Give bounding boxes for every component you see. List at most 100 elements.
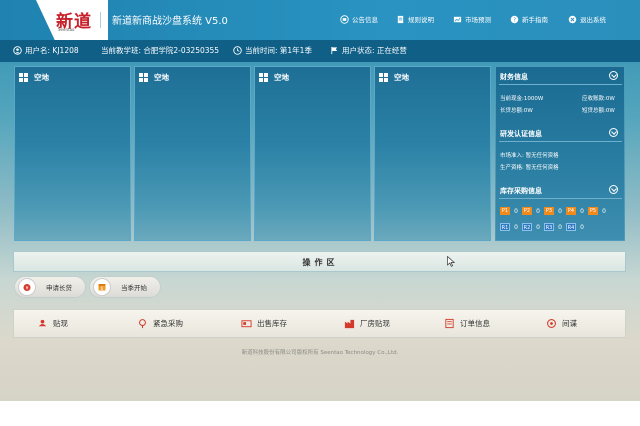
finance-toggle-icon[interactable] [609,71,618,80]
product-badge: P3 [544,207,554,215]
guide-icon: ? [510,15,519,23]
app-window: 新道 Seentao 新道新商战沙盘系统 V5.0 公告信息 规则说明 市场预测… [0,0,640,426]
nav-exit-label: 退出系统 [580,16,606,24]
rd-market: 市场准入: 暂无任何资格 [500,153,559,159]
urgent-purchase-icon [139,319,146,329]
operation-area-bar: 操作区 [13,251,626,272]
status-user-text: 用户名: KJ1208 [25,46,79,55]
product-badge: P5 [588,207,598,215]
status-class-text: 当前教学班: 合肥学院2-03250355 [101,46,220,55]
app-title: 新道新商战沙盘系统 V5.0 [112,16,228,27]
grid-icon [19,73,28,82]
plant-slot-2[interactable]: 空地 [134,66,251,241]
product-badge: P4 [566,207,576,215]
raw-count: 0 [536,223,540,231]
inventory-toggle-icon[interactable] [609,185,618,194]
finance-cash: 当前现金:1000W [500,96,544,102]
plant-slot-4[interactable]: 空地 [374,66,491,241]
info-panel: 财务信息 当前现金:1000W 应收账款:0W 长贷总额:0W 短贷总额:0W … [495,66,625,241]
grid-icon [379,73,388,82]
rd-toggle-icon[interactable] [609,128,618,137]
rd-title: 研发认证信息 [500,130,542,138]
flag-icon [331,46,338,55]
status-user: 用户名: KJ1208 [13,45,79,56]
grid-icon [259,73,268,82]
top-header: 新道 Seentao 新道新商战沙盘系统 V5.0 公告信息 规则说明 市场预测… [0,0,640,40]
loan-icon: ¥ [18,278,36,296]
apply-long-loan-button[interactable]: ¥ 申请长贷 [14,276,86,298]
plant-label: 空地 [34,73,49,82]
raw-count: 0 [558,223,562,231]
plant-label: 空地 [274,73,289,82]
finance-long-loan: 长贷总额:0W [500,108,533,114]
product-badge: P2 [522,207,532,215]
chart-icon [453,16,462,22]
clock-icon [233,46,242,55]
status-state-text: 用户状态: 正在经营 [342,46,407,55]
exit-icon [568,15,577,23]
plant-label: 空地 [394,73,409,82]
nav-guide-label: 新手指南 [522,16,548,24]
nav-exit[interactable]: 退出系统 [568,12,606,26]
urgent-purchase-button[interactable]: 紧急采购 [137,318,183,329]
raw-badge: R3 [544,223,554,231]
divider [499,198,622,199]
logo-subtitle: Seentao [58,27,75,32]
sell-inventory-button[interactable]: 出售库存 [241,318,287,329]
spy-button[interactable]: 间谍 [546,318,577,329]
nav-announcement-label: 公告信息 [352,16,378,24]
quarter-start-button[interactable]: 6 当季开始 [89,276,161,298]
spy-icon [547,319,556,328]
divider [499,141,622,142]
product-badge: P1 [500,207,510,215]
status-class: 当前教学班: 合肥学院2-03250355 [101,45,219,56]
product-count: 0 [514,207,518,215]
nav-market-forecast-label: 市场预测 [465,16,491,24]
raw-badge: R1 [500,223,510,231]
mouse-cursor-icon [447,256,455,267]
calendar-icon: 6 [93,278,111,296]
logo-divider [100,12,101,28]
status-time: 当前时间: 第1年1季 [233,45,312,56]
app-background: 新道 Seentao 新道新商战沙盘系统 V5.0 公告信息 规则说明 市场预测… [0,0,640,401]
product-count: 0 [602,207,606,215]
status-state: 用户状态: 正在经营 [330,45,407,56]
user-icon [13,46,22,55]
order-info-button[interactable]: 订单信息 [444,318,490,329]
raw-count: 0 [580,223,584,231]
discount-button[interactable]: 贴现 [37,318,68,329]
plant-slot-1[interactable]: 空地 [14,66,131,241]
nav-announcement[interactable]: 公告信息 [340,12,378,26]
grid-icon [139,73,148,82]
discount-label: 贴现 [53,319,68,328]
factory-discount-icon [344,319,355,329]
order-icon [445,318,454,329]
svg-text:6: 6 [101,286,104,291]
apply-long-loan-label: 申请长贷 [46,284,72,292]
spy-label: 间谍 [562,319,577,328]
raw-count: 0 [514,223,518,231]
factory-discount-button[interactable]: 厂房贴现 [344,318,390,329]
plant-slot-3[interactable]: 空地 [254,66,371,241]
sell-inventory-label: 出售库存 [257,319,287,328]
product-count: 0 [580,207,584,215]
announcement-icon [340,14,349,24]
finance-short-loan: 短贷总额:0W [582,108,615,114]
nav-guide[interactable]: ? 新手指南 [510,12,548,26]
document-icon [397,15,404,23]
nav-market-forecast[interactable]: 市场预测 [453,12,491,26]
raw-inventory-row: R1 0 R2 0 R3 0 R4 0 [500,223,586,231]
bottom-toolbar: 贴现 紧急采购 出售库存 厂房贴现 订单信息 间谍 [13,309,626,338]
order-info-label: 订单信息 [460,319,490,328]
status-bar: 用户名: KJ1208 当前教学班: 合肥学院2-03250355 当前时间: … [0,40,640,62]
quarter-start-label: 当季开始 [121,284,147,292]
plant-label: 空地 [154,73,169,82]
inventory-title: 库存采购信息 [500,187,542,195]
rd-production: 生产资格: 暂无任何资格 [500,165,559,171]
status-time-text: 当前时间: 第1年1季 [245,46,312,55]
raw-badge: R4 [566,223,576,231]
operation-area-label: 操作区 [302,258,339,267]
finance-title: 财务信息 [500,73,528,81]
nav-rules[interactable]: 规则说明 [396,12,434,26]
raw-badge: R2 [522,223,532,231]
